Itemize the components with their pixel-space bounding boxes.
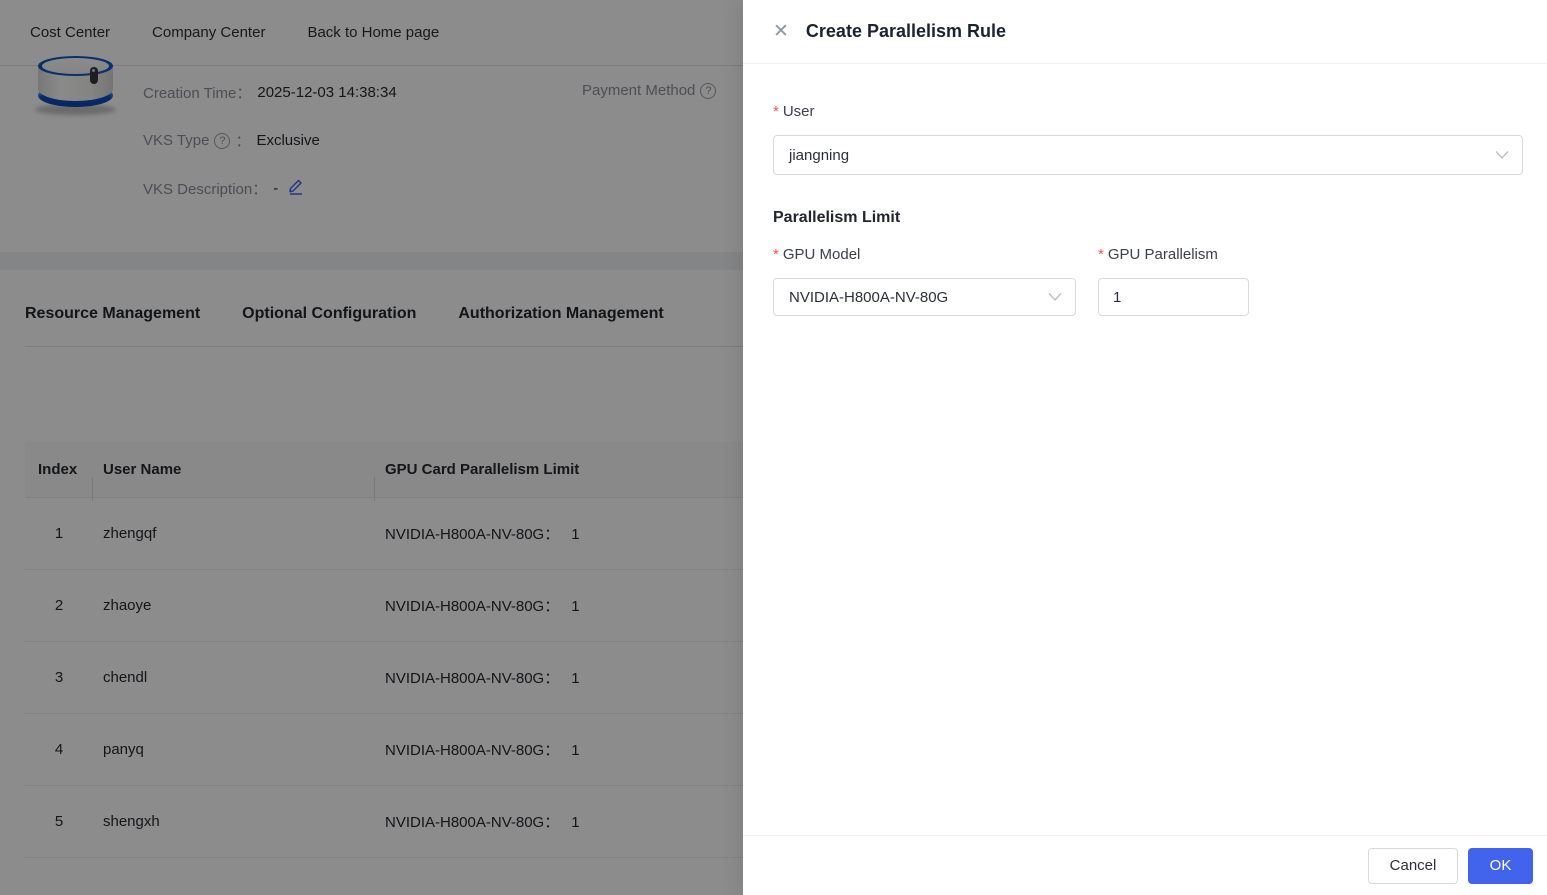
ok-button[interactable]: OK: [1468, 847, 1533, 884]
drawer-body: * User jiangning Parallelism Limit * GPU…: [743, 103, 1547, 316]
gpu-model-select[interactable]: NVIDIA-H800A-NV-80G: [773, 278, 1076, 316]
required-marker: *: [773, 103, 779, 120]
required-marker: *: [1098, 246, 1104, 263]
drawer-header: ✕ Create Parallelism Rule: [743, 0, 1547, 64]
parallelism-limit-section-title: Parallelism Limit: [773, 209, 901, 226]
gpu-parallelism-label: * GPU Parallelism: [1098, 246, 1218, 263]
gpu-field-labels: * GPU Model * GPU Parallelism: [773, 246, 1521, 263]
gpu-field-inputs: NVIDIA-H800A-NV-80G: [773, 278, 1521, 316]
gpu-model-label: * GPU Model: [773, 246, 861, 263]
gpu-model-select-value: NVIDIA-H800A-NV-80G: [789, 288, 949, 306]
gpu-parallelism-input[interactable]: [1098, 278, 1249, 316]
create-parallelism-rule-drawer: ✕ Create Parallelism Rule * User jiangni…: [743, 0, 1547, 895]
chevron-down-icon: [1048, 289, 1062, 306]
drawer-title: Create Parallelism Rule: [805, 21, 1007, 41]
chevron-down-icon: [1495, 147, 1509, 164]
user-field-label: * User: [773, 103, 815, 120]
cancel-button[interactable]: Cancel: [1368, 847, 1458, 884]
required-marker: *: [773, 246, 779, 263]
user-select-value: jiangning: [789, 146, 850, 164]
drawer-footer: Cancel OK: [743, 835, 1547, 895]
close-icon[interactable]: ✕: [773, 22, 789, 41]
user-select[interactable]: jiangning: [773, 135, 1523, 175]
